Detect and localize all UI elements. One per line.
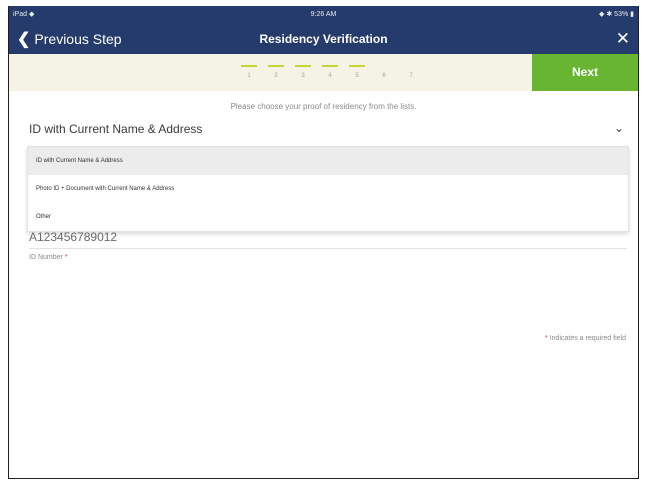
option-other[interactable]: Other bbox=[28, 203, 628, 231]
step-dash bbox=[349, 65, 365, 67]
step-dash bbox=[295, 65, 311, 67]
required-note-text: Indicates a required field bbox=[549, 335, 626, 342]
id-number-label: ID Number * bbox=[29, 254, 68, 261]
previous-step-label: Previous Step bbox=[34, 31, 122, 47]
step-7: 7 bbox=[401, 62, 421, 86]
step-number: 1 bbox=[247, 73, 251, 79]
step-2: 2 bbox=[266, 62, 286, 86]
step-4: 4 bbox=[320, 62, 340, 86]
status-bar: iPad ◆ 9:26 AM ◆ ✱ 53% ▮ bbox=[9, 6, 638, 24]
status-time: 9:26 AM bbox=[310, 11, 337, 18]
step-dash bbox=[403, 65, 419, 67]
chevron-down-icon: ⌄ bbox=[613, 121, 624, 135]
required-asterisk: * bbox=[64, 254, 68, 261]
option-photo-id-document[interactable]: Photo ID + Document with Current Name & … bbox=[28, 175, 628, 203]
app-frame: iPad ◆ 9:26 AM ◆ ✱ 53% ▮ ❮ Previous Step … bbox=[8, 6, 639, 479]
step-number: 6 bbox=[382, 73, 386, 79]
chevron-left-icon: ❮ bbox=[17, 31, 31, 48]
step-3: 3 bbox=[293, 62, 313, 86]
previous-step-button[interactable]: ❮ Previous Step bbox=[17, 24, 122, 54]
step-number: 5 bbox=[355, 73, 359, 79]
status-right: ◆ ✱ 53% ▮ bbox=[599, 11, 634, 18]
step-dash bbox=[322, 65, 338, 67]
step-number: 7 bbox=[409, 73, 413, 79]
nav-bar: ❮ Previous Step Residency Verification ✕ bbox=[9, 24, 638, 54]
residency-proof-select[interactable]: ID with Current Name & Address ⌄ bbox=[29, 118, 624, 142]
step-1: 1 bbox=[239, 62, 259, 86]
step-5: 5 bbox=[347, 62, 367, 86]
required-asterisk: * bbox=[545, 335, 548, 342]
id-number-label-text: ID Number bbox=[29, 254, 63, 261]
required-field-note: * Indicates a required field bbox=[545, 335, 626, 342]
step-indicator: 1 2 3 4 5 6 7 bbox=[239, 62, 419, 86]
next-button[interactable]: Next bbox=[532, 54, 638, 91]
select-value: ID with Current Name & Address bbox=[29, 122, 203, 136]
step-dash bbox=[241, 65, 257, 67]
residency-proof-dropdown: ID with Current Name & Address Photo ID … bbox=[27, 146, 629, 232]
step-dash bbox=[268, 65, 284, 67]
step-number: 2 bbox=[274, 73, 278, 79]
id-number-input[interactable]: A123456789012 bbox=[29, 230, 117, 244]
step-number: 3 bbox=[301, 73, 305, 79]
step-6: 6 bbox=[374, 62, 394, 86]
instruction-text: Please choose your proof of residency fr… bbox=[230, 102, 417, 111]
step-number: 4 bbox=[328, 73, 332, 79]
close-icon[interactable]: ✕ bbox=[616, 24, 630, 54]
step-dash bbox=[376, 65, 392, 67]
option-id-current-name-address[interactable]: ID with Current Name & Address bbox=[28, 147, 628, 175]
id-number-underline bbox=[29, 248, 627, 249]
